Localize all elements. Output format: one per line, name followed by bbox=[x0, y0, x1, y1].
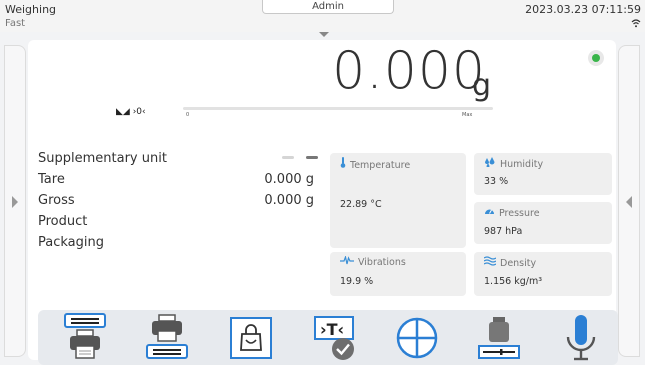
print-footer-icon bbox=[146, 314, 188, 359]
packaging-icon bbox=[230, 317, 272, 359]
humidity-icon bbox=[484, 157, 496, 170]
pressure-gauge-icon bbox=[484, 206, 495, 219]
temperature-title: Temperature bbox=[340, 157, 410, 171]
info-value: 0.000 g bbox=[264, 172, 314, 187]
pressure-tile[interactable]: Pressure 987 hPa bbox=[474, 202, 612, 244]
packaging-button[interactable] bbox=[226, 313, 276, 363]
info-row-product[interactable]: Product bbox=[38, 211, 318, 232]
info-list: Supplementary unit Tare 0.000 g Gross 0.… bbox=[38, 148, 318, 253]
range-min-label: 0 bbox=[186, 112, 190, 118]
vibrations-tile[interactable]: Vibrations 19.9 % bbox=[330, 252, 466, 296]
thermometer-icon bbox=[340, 157, 346, 171]
density-tile[interactable]: Density 1.156 kg/m³ bbox=[474, 252, 612, 296]
humidity-title: Humidity bbox=[484, 157, 543, 170]
print-header-button[interactable] bbox=[60, 313, 110, 363]
microphone-icon bbox=[566, 315, 596, 361]
weight-readout: 0.000 bbox=[332, 41, 486, 101]
svg-text:›T‹: ›T‹ bbox=[320, 320, 344, 339]
calibration-icon bbox=[478, 317, 520, 359]
calibration-button[interactable] bbox=[474, 313, 524, 363]
info-row-gross[interactable]: Gross 0.000 g bbox=[38, 190, 318, 211]
info-label: Packaging bbox=[38, 235, 104, 250]
zero-button[interactable] bbox=[392, 313, 442, 363]
chevron-left-icon bbox=[626, 196, 632, 208]
vibrations-title: Vibrations bbox=[340, 254, 406, 268]
tile-title-text: Humidity bbox=[500, 159, 544, 170]
voice-button[interactable] bbox=[556, 313, 606, 363]
temperature-value: 22.89 °C bbox=[340, 199, 382, 210]
temperature-tile[interactable]: Temperature 22.89 °C bbox=[330, 153, 466, 248]
range-bar bbox=[183, 107, 493, 110]
datetime: 2023.03.23 07:11:59 bbox=[525, 3, 641, 16]
info-label: Tare bbox=[38, 172, 65, 187]
pressure-title: Pressure bbox=[484, 206, 540, 219]
print-header-icon bbox=[64, 313, 106, 359]
info-row-tare[interactable]: Tare 0.000 g bbox=[38, 169, 318, 190]
tile-title-text: Vibrations bbox=[358, 257, 406, 268]
chevron-right-icon bbox=[12, 196, 18, 208]
humidity-tile[interactable]: Humidity 33 % bbox=[474, 153, 612, 195]
info-row-packaging[interactable]: Packaging bbox=[38, 232, 318, 253]
chevron-down-icon[interactable] bbox=[319, 32, 329, 37]
weight-unit[interactable]: g bbox=[472, 68, 491, 104]
print-footer-button[interactable] bbox=[142, 313, 192, 363]
top-bar: Weighing Fast Admin 2023.03.23 07:11:59 bbox=[0, 0, 645, 32]
info-label: Product bbox=[38, 214, 88, 229]
tare-icon: ›T‹ bbox=[314, 316, 354, 360]
bottom-toolbar: ›T‹ bbox=[38, 310, 618, 365]
status-icons: ◣◢ ›0‹ bbox=[116, 107, 146, 117]
info-label: Supplementary unit bbox=[38, 151, 167, 166]
zero-icon bbox=[396, 317, 438, 359]
speed-label: Fast bbox=[5, 18, 26, 29]
pressure-value: 987 hPa bbox=[484, 226, 523, 237]
density-value: 1.156 kg/m³ bbox=[484, 276, 543, 287]
range-max-label: Max bbox=[462, 112, 473, 118]
tile-title-text: Pressure bbox=[499, 208, 540, 219]
info-row-supplementary[interactable]: Supplementary unit bbox=[38, 148, 318, 169]
info-label: Gross bbox=[38, 193, 75, 208]
tare-button[interactable]: ›T‹ bbox=[310, 313, 360, 363]
wifi-icon bbox=[631, 19, 641, 31]
info-value: 0.000 g bbox=[264, 193, 314, 208]
density-title: Density bbox=[483, 256, 537, 269]
vibrations-value: 19.9 % bbox=[340, 276, 374, 287]
stability-indicator bbox=[588, 50, 604, 66]
vibration-icon bbox=[340, 254, 354, 268]
left-panel-tab[interactable] bbox=[4, 45, 26, 357]
tile-title-text: Density bbox=[500, 258, 537, 269]
tile-title-text: Temperature bbox=[350, 160, 411, 171]
user-tab[interactable]: Admin bbox=[262, 0, 394, 14]
humidity-value: 33 % bbox=[484, 176, 509, 187]
density-icon bbox=[483, 256, 497, 269]
right-panel-tab[interactable] bbox=[618, 45, 640, 357]
mode-label[interactable]: Weighing bbox=[5, 3, 56, 16]
